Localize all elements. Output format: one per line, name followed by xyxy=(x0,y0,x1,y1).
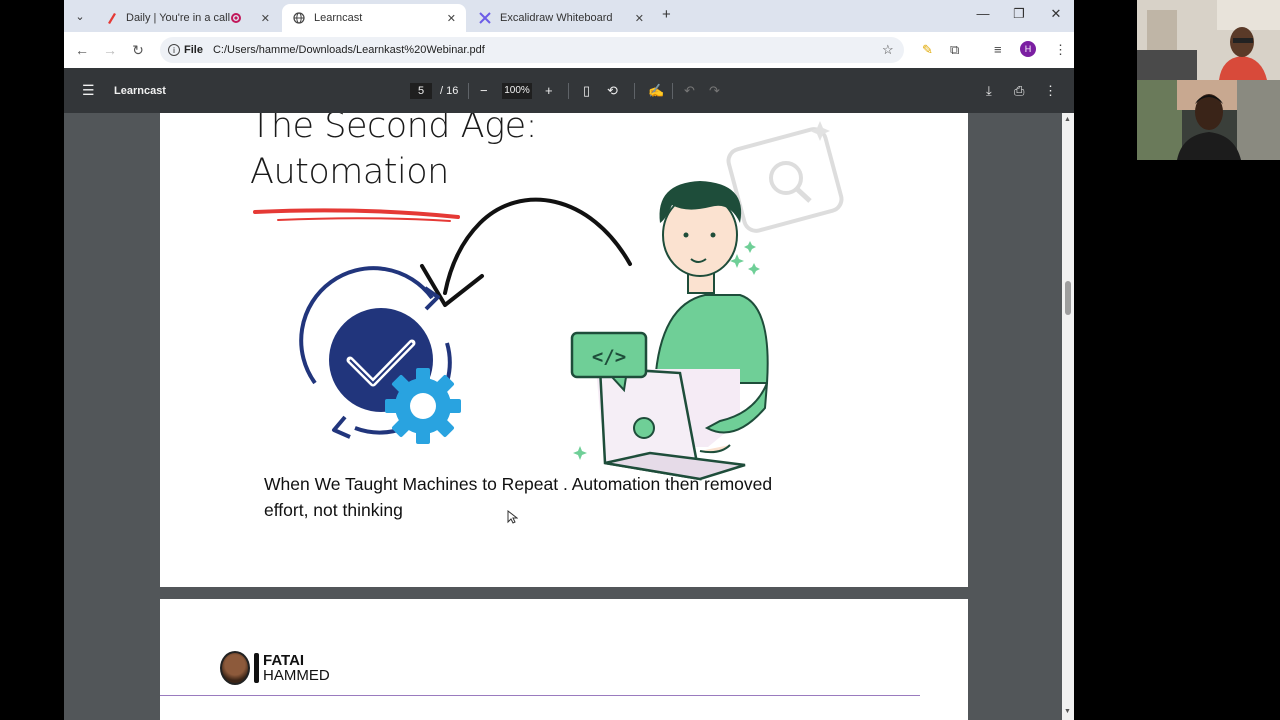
brand-first-name: FATAI xyxy=(263,651,305,669)
mouse-cursor-icon xyxy=(507,509,519,527)
globe-icon xyxy=(292,11,306,25)
participant-video[interactable] xyxy=(1137,0,1280,80)
scroll-down-icon[interactable]: ▼ xyxy=(1064,708,1071,715)
faded-search-icon xyxy=(726,121,844,233)
page-total: / 16 xyxy=(440,85,459,97)
divider xyxy=(160,695,920,696)
daily-pencil-icon xyxy=(104,11,118,25)
rotate-icon[interactable]: ⟲ xyxy=(607,83,618,99)
curved-arrow-icon xyxy=(443,197,632,295)
zoom-in-button[interactable]: + xyxy=(545,83,553,98)
more-actions-icon[interactable]: ⋮ xyxy=(1044,83,1057,99)
video-call-thumbnails xyxy=(1137,0,1280,160)
divider xyxy=(468,83,469,99)
tab-title: Excalidraw Whiteboard xyxy=(500,12,613,24)
scroll-up-icon[interactable]: ▲ xyxy=(1064,116,1071,123)
pdf-viewport[interactable]: The Second Age: Automation </> When We T… xyxy=(64,113,1062,720)
scrollbar[interactable]: ▲ ▼ xyxy=(1062,113,1074,720)
pdf-page: FATAI HAMMED xyxy=(160,599,968,720)
extension-pen-icon[interactable]: ✎ xyxy=(922,42,933,58)
code-tag-text: </> xyxy=(592,346,626,368)
red-underline xyxy=(253,208,460,219)
print-icon[interactable]: ⎙ xyxy=(1014,83,1024,99)
red-underline xyxy=(277,217,451,222)
slide-caption: When We Taught Machines to Repeat . Auto… xyxy=(264,474,773,520)
info-icon[interactable]: i xyxy=(168,44,180,56)
tab-title: Learncast xyxy=(314,12,363,24)
browser-toolbar: ← → ↻ i File C:/Users/hamme/Downloads/Le… xyxy=(64,32,1074,68)
close-icon[interactable]: ✕ xyxy=(447,12,456,25)
divider xyxy=(634,83,635,99)
address-bar[interactable]: i File C:/Users/hamme/Downloads/Learnkas… xyxy=(160,37,904,63)
gear-icon xyxy=(385,368,461,444)
tab-search-icon[interactable]: ⌄ xyxy=(70,6,90,26)
url-scheme: File xyxy=(184,44,203,56)
zoom-level-input[interactable]: 100% xyxy=(502,83,532,99)
tab-title: Daily | You're in a call xyxy=(126,12,231,24)
browser-window: ⌄ Daily | You're in a call ✕ Learncast ✕… xyxy=(64,0,1074,720)
close-icon[interactable]: ✕ xyxy=(635,12,644,25)
forward-button[interactable]: → xyxy=(96,42,124,58)
divider xyxy=(672,83,673,99)
presenter-brand: FATAI HAMMED xyxy=(220,651,330,685)
scrollbar-thumb[interactable] xyxy=(1065,281,1071,315)
annotate-pen-icon[interactable]: ✍ xyxy=(648,83,664,99)
profile-avatar[interactable]: H xyxy=(1020,41,1036,57)
brand-last-name: HAMMED xyxy=(263,666,330,684)
document-title: Learncast xyxy=(114,85,166,97)
bookmark-star-icon[interactable]: ☆ xyxy=(882,42,894,58)
tab-excalidraw[interactable]: Excalidraw Whiteboard ✕ xyxy=(468,4,654,32)
recording-icon xyxy=(230,13,241,23)
extensions-puzzle-icon[interactable]: ⧉ xyxy=(950,42,959,58)
page-number-input[interactable]: 5 xyxy=(410,83,432,99)
close-icon[interactable]: ✕ xyxy=(261,12,270,25)
participant-video[interactable] xyxy=(1137,80,1280,160)
download-icon[interactable]: ⤓ xyxy=(986,83,992,99)
hamburger-menu-icon[interactable]: ☰ xyxy=(82,82,95,99)
close-window-button[interactable]: ✕ xyxy=(1041,6,1071,22)
divider xyxy=(568,83,569,99)
avatar xyxy=(220,651,250,685)
fit-page-icon[interactable]: ▯ xyxy=(583,83,590,99)
more-menu-icon[interactable]: ⋮ xyxy=(1054,42,1067,58)
url-text: C:/Users/hamme/Downloads/Learnkast%20Web… xyxy=(212,44,485,56)
pdf-page: The Second Age: Automation </> When We T… xyxy=(160,113,968,587)
undo-icon[interactable]: ↶ xyxy=(684,83,695,99)
excalidraw-icon xyxy=(478,11,492,25)
redo-icon[interactable]: ↷ xyxy=(709,83,720,99)
tab-strip: ⌄ Daily | You're in a call ✕ Learncast ✕… xyxy=(64,0,1074,32)
tab-learncast[interactable]: Learncast ✕ xyxy=(282,4,466,32)
brand-bar xyxy=(254,653,259,683)
pdf-toolbar: ☰ Learncast 5 / 16 − 100% + ▯ ⟲ ✍ ↶ ↷ ⤓ … xyxy=(64,68,1074,113)
zoom-out-button[interactable]: − xyxy=(480,83,488,98)
reload-button[interactable]: ↻ xyxy=(124,42,152,59)
back-button[interactable]: ← xyxy=(68,42,96,58)
media-control-icon[interactable]: ≡ xyxy=(994,42,1002,57)
minimize-button[interactable]: — xyxy=(968,6,998,21)
tab-daily[interactable]: Daily | You're in a call ✕ xyxy=(94,4,280,32)
new-tab-button[interactable]: + xyxy=(662,6,671,23)
restore-button[interactable]: ❐ xyxy=(1004,6,1034,22)
